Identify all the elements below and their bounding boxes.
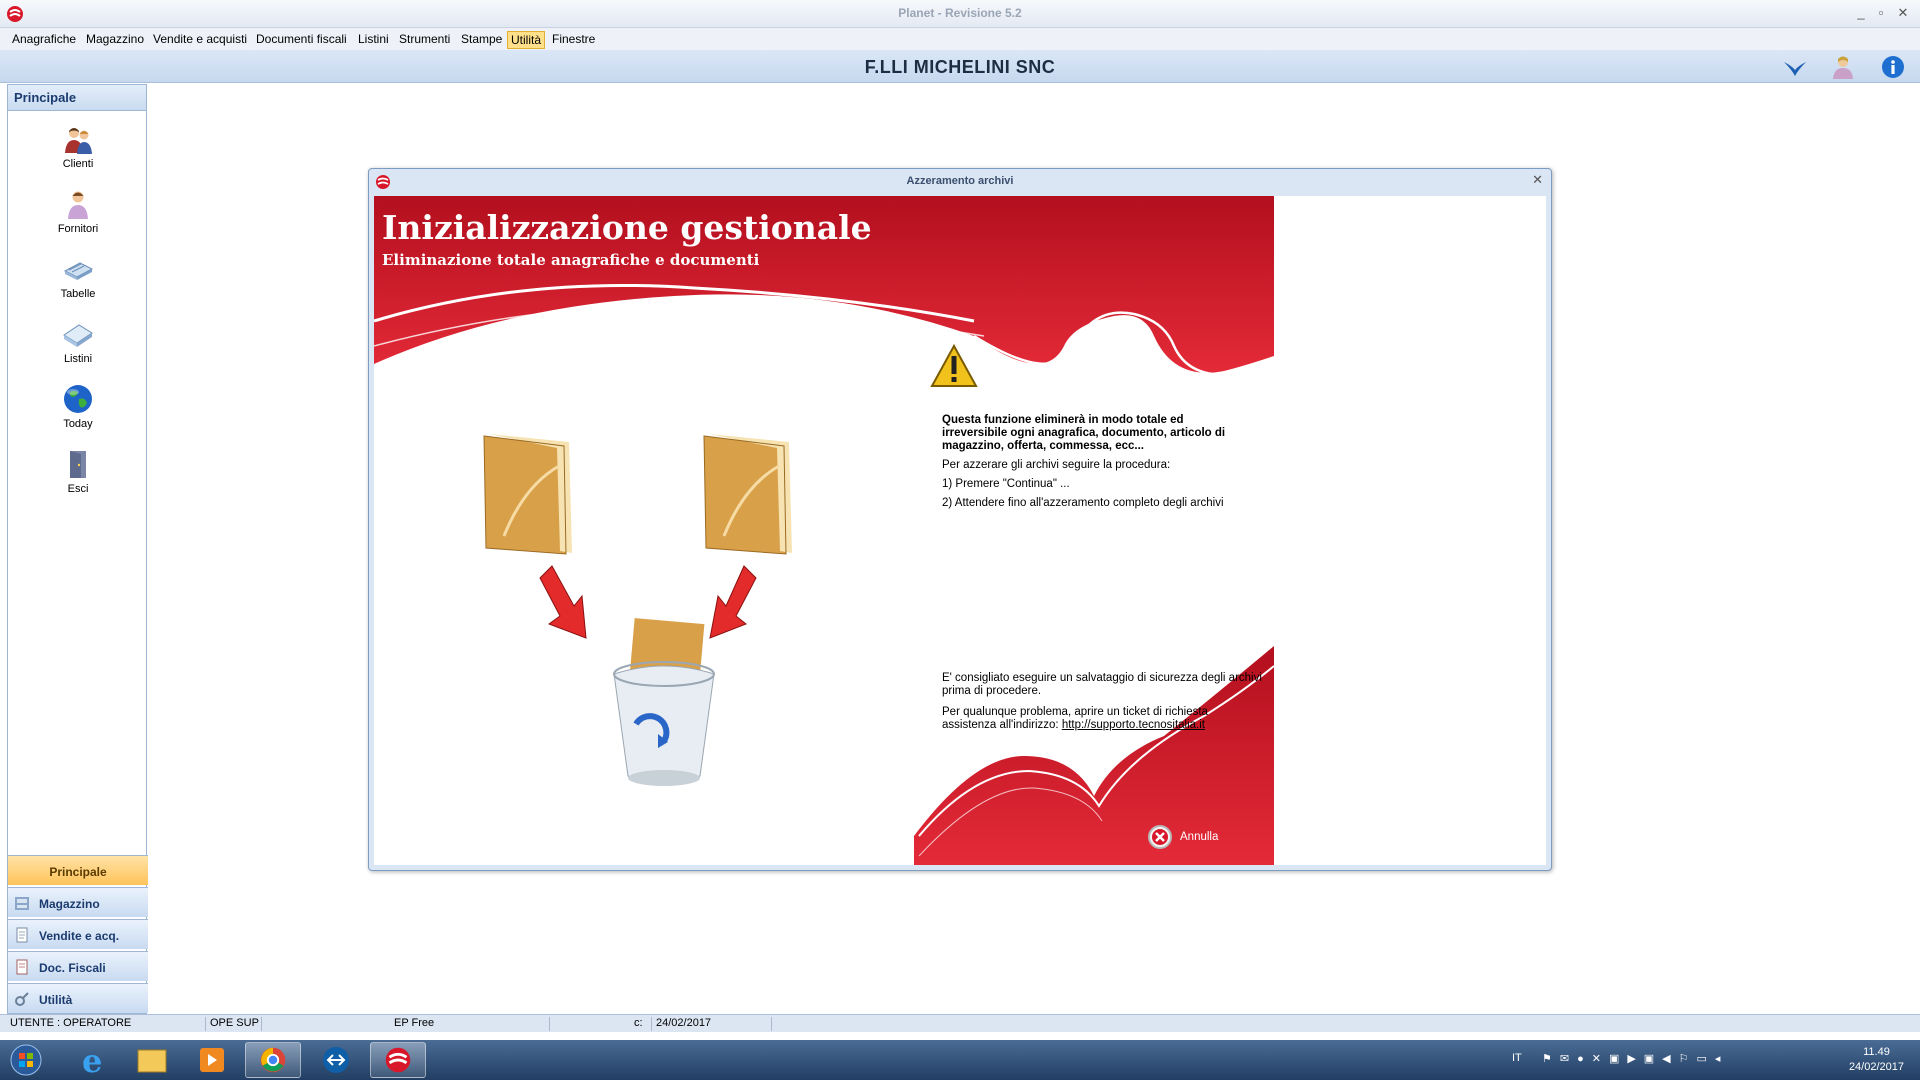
status-bar: UTENTE : OPERATORE OPE SUP EP Free c: 24… [0,1014,1920,1032]
tray-clock[interactable]: 11.49 24/02/2017 [1849,1045,1904,1075]
nav-item-fornitori[interactable]: Fornitori [8,188,148,235]
close-button[interactable]: ✕ [1892,4,1914,22]
status-drive: c: [630,1017,652,1031]
nav-item-label: Esci [67,483,89,495]
dialog-title: Azzeramento archivi [906,175,1014,187]
cancel-x-icon [1148,825,1172,849]
info-icon[interactable] [1880,54,1906,80]
clock-date: 24/02/2017 [1848,1061,1904,1073]
nav-item-tabelle[interactable]: Tabelle [8,253,148,300]
dialog-close-button[interactable]: ✕ [1532,172,1543,188]
company-name: F.LLI MICHELINI SNC [864,57,1056,77]
internet-explorer-icon[interactable]: e [64,1042,120,1078]
arrow-down-left-icon [539,565,587,639]
menu-magazzino[interactable]: Magazzino [83,31,147,47]
nav-group-magazzino[interactable]: Magazzino [8,887,148,917]
nav-item-clienti[interactable]: Clienti [8,123,148,170]
warehouse-icon [15,897,29,910]
menu-vendite-acquisti[interactable]: Vendite e acquisti [150,31,250,47]
svg-text:e: e [82,1042,102,1078]
tools-icon [15,992,29,1006]
teamviewer-icon[interactable] [308,1042,364,1078]
nav-item-listini[interactable]: Listini [8,318,148,365]
exit-door-icon [70,451,86,478]
backup-note: E' consigliato eseguire un salvataggio d… [942,672,1262,697]
nav-group-label: Vendite e acq. [39,929,120,943]
procedure-step-2: 2) Attendere fino all'azzeramento comple… [942,497,1224,509]
nav-item-label: Fornitori [57,223,99,235]
nav-item-label: Clienti [62,158,94,170]
procedure-step-1: 1) Premere "Continua" ... [942,478,1070,490]
tray-language[interactable]: IT [1512,1052,1522,1064]
warning-triangle-icon [930,343,978,387]
nav-item-label: Today [63,418,93,430]
nav-group-vendite[interactable]: Vendite e acq. [8,919,148,949]
menu-bar: Anagrafiche Magazzino Vendite e acquisti… [0,28,1920,50]
document-icon [16,927,28,943]
menu-stampe[interactable]: Stampe [458,31,505,47]
red-wave-banner [374,196,1274,865]
tables-icon [63,262,94,280]
suppliers-icon [68,191,88,219]
nav-group-principale[interactable]: Principale [8,855,148,885]
nav-item-esci[interactable]: Esci [8,448,148,495]
menu-documenti-fiscali[interactable]: Documenti fiscali [253,31,350,47]
support-note: Per qualunque problema, aprire un ticket… [942,706,1262,732]
windows-taskbar: e IT ⚑✉●✕▣▶▣◀⚐▭◂ 11.49 24/02/2017 [0,1040,1920,1080]
menu-utilita[interactable]: Utilità [507,31,546,49]
menu-finestre[interactable]: Finestre [549,31,598,47]
recycle-bin-icon [613,618,715,786]
arrow-down-right-icon [709,565,757,639]
nav-group-doc-fiscali[interactable]: Doc. Fiscali [8,951,148,981]
dialog-heading: Inizializzazione gestionale [382,208,872,247]
support-link[interactable]: http://supporto.tecnositalia.it [1062,719,1205,731]
nav-group-label: Doc. Fiscali [39,961,106,975]
notes-text-block: E' consigliato eseguire un salvataggio d… [942,672,1262,740]
window-title: Planet - Revisione 5.2 [898,6,1022,20]
user-avatar-icon[interactable] [1830,54,1856,80]
status-user: UTENTE : OPERATORE [6,1017,206,1031]
nav-item-label: Listini [63,353,93,365]
globe-icon [64,385,92,413]
maximize-button[interactable]: ▫ [1870,4,1892,22]
folder-left-icon [483,434,572,555]
nav-item-today[interactable]: Today [8,383,148,430]
dialog-body: Inizializzazione gestionale Eliminazione… [374,196,1546,865]
status-date: 24/02/2017 [652,1017,772,1031]
menu-listini[interactable]: Listini [355,31,392,47]
cancel-label: Annulla [1180,831,1219,843]
warning-message: Questa funzione eliminerà in modo totale… [942,414,1226,452]
clients-icon [65,128,92,154]
menu-anagrafiche[interactable]: Anagrafiche [9,31,79,47]
nav-group-utilita[interactable]: Utilità [8,983,148,1013]
fiscal-doc-icon [16,959,28,975]
dialog-subheading: Eliminazione totale anagrafiche e docume… [382,251,760,269]
nav-group-label: Utilità [39,993,73,1007]
nav-group-label: Principale [49,865,107,879]
status-role: OPE SUP [206,1017,262,1031]
start-button-icon[interactable] [2,1042,50,1078]
nav-item-label: Tabelle [60,288,96,300]
tray-icons[interactable]: ⚑✉●✕▣▶▣◀⚐▭◂ [1542,1052,1728,1065]
left-navigation-panel: Principale Clienti Fornitori Tabelle Lis… [7,84,148,1014]
cancel-button[interactable]: Annulla [1147,824,1227,852]
file-explorer-icon[interactable] [124,1042,180,1078]
nav-header: Principale [8,85,146,111]
planet-taskbar-icon[interactable] [370,1042,426,1078]
menu-strumenti[interactable]: Strumenti [396,31,453,47]
azzeramento-dialog: Azzeramento archivi ✕ Inizializzazione g… [368,168,1552,871]
price-lists-icon [63,324,93,347]
clock-time: 11.49 [1863,1046,1890,1058]
window-titlebar: Planet - Revisione 5.2 _ ▫ ✕ [0,0,1920,28]
folder-right-icon [703,434,792,555]
status-edition: EP Free [390,1017,550,1031]
company-header: F.LLI MICHELINI SNC [0,50,1920,83]
minimize-button[interactable]: _ [1850,4,1872,22]
warning-text-block: Questa funzione eliminerà in modo totale… [942,414,1242,516]
nav-group-label: Magazzino [39,897,100,911]
chrome-icon[interactable] [245,1042,301,1078]
procedure-intro: Per azzerare gli archivi seguire la proc… [942,459,1171,471]
media-player-icon[interactable] [184,1042,240,1078]
bird-logo-icon[interactable] [1782,54,1808,80]
